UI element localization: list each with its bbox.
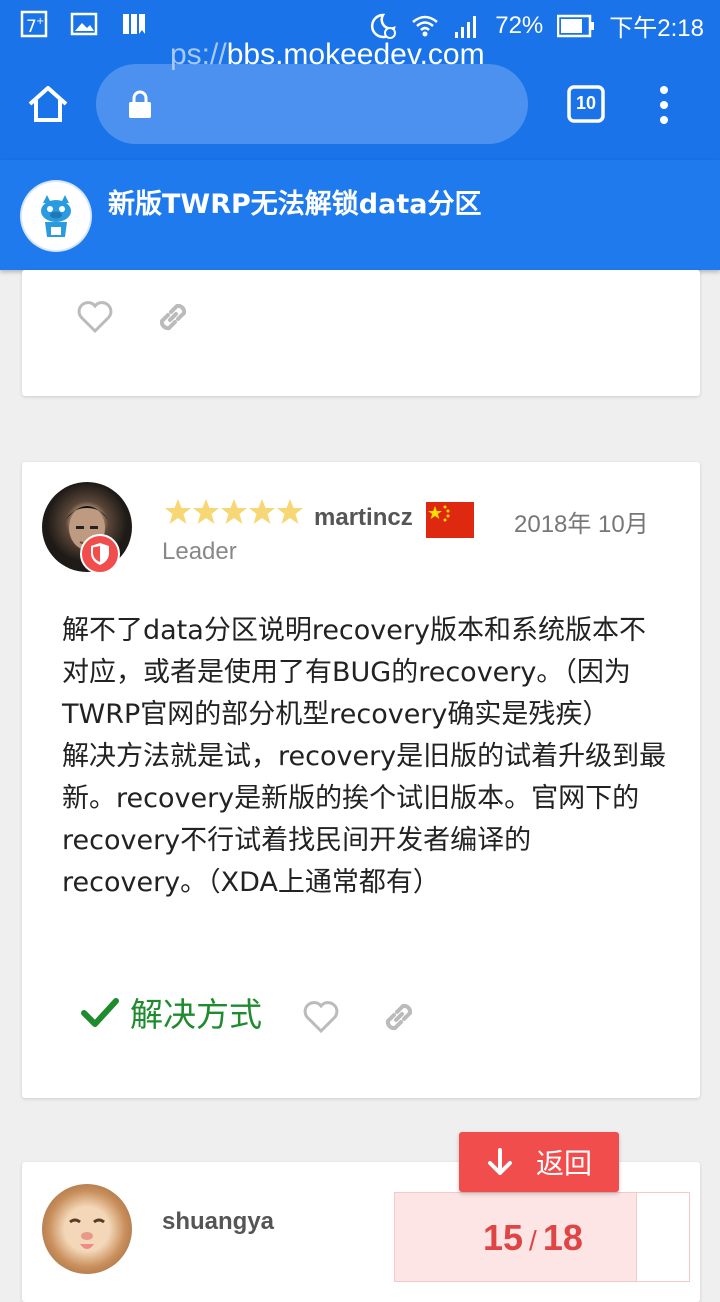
avatar-photo <box>69 1218 105 1249</box>
heart-like-icon[interactable] <box>302 1000 340 1034</box>
page-side-panel <box>636 1193 689 1281</box>
page-counter: 15/18 <box>483 1217 583 1258</box>
page-indicator[interactable]: 15/18 <box>394 1192 690 1282</box>
signal-icon <box>455 15 477 38</box>
notification-7plus-icon: 7 + <box>20 10 48 38</box>
link-share-icon[interactable] <box>380 998 418 1036</box>
post-date: 2018年 10月 <box>514 511 649 538</box>
star-rating-icon <box>165 499 303 524</box>
address-bar[interactable] <box>96 64 528 144</box>
lock-icon <box>129 90 151 118</box>
svg-text:+: + <box>36 16 44 27</box>
user-role: Leader <box>162 538 237 565</box>
post-body: 解不了data分区说明recovery版本和系统版本不对应，或者是使用了有BUG… <box>62 610 672 904</box>
rating-stars <box>164 498 304 526</box>
battery-percent: 72% <box>495 11 544 39</box>
avatar[interactable] <box>42 1184 132 1274</box>
battery-icon <box>557 14 595 37</box>
post-username[interactable]: shuangya <box>162 1208 274 1236</box>
solution-label: 解决方式 <box>130 995 262 1034</box>
post-username[interactable]: martincz <box>314 504 413 532</box>
clock: 下午2:18 <box>609 15 704 42</box>
solution-marker[interactable]: 解决方式 <box>80 988 262 1036</box>
arrow-down-icon <box>487 1148 512 1175</box>
mokee-mascot-icon <box>41 195 71 237</box>
post-paragraph: 解不了data分区说明recovery版本和系统版本不对应，或者是使用了有BUG… <box>62 615 646 730</box>
url-text[interactable]: ps://bbs.mokeedev.com <box>170 38 515 72</box>
site-logo[interactable] <box>22 182 90 250</box>
topic-title: 新版TWRP无法解锁data分区 <box>108 189 482 220</box>
heart-like-icon[interactable] <box>76 300 114 334</box>
back-button[interactable]: 返回 <box>459 1132 619 1192</box>
more-menu-icon[interactable] <box>654 84 674 126</box>
home-icon[interactable] <box>26 82 70 126</box>
tab-count: 10 <box>575 93 597 113</box>
back-label: 返回 <box>535 1147 592 1180</box>
checkmark-icon <box>81 998 119 1027</box>
bookmark-app-icon <box>123 14 145 34</box>
image-icon <box>70 12 98 36</box>
moderator-shield-badge-icon <box>80 534 120 574</box>
previous-post-card <box>22 270 700 396</box>
china-flag-icon <box>426 502 474 538</box>
do-not-disturb-moon-icon <box>371 13 397 39</box>
post-card: martincz 2018年 10月 Leader 解不了data分区说明rec… <box>22 462 700 1098</box>
wifi-icon <box>412 15 439 36</box>
link-share-icon[interactable] <box>154 298 192 336</box>
post-paragraph: 解决方法就是试，recovery是旧版的试着升级到最新。recovery是新版的… <box>62 741 667 898</box>
